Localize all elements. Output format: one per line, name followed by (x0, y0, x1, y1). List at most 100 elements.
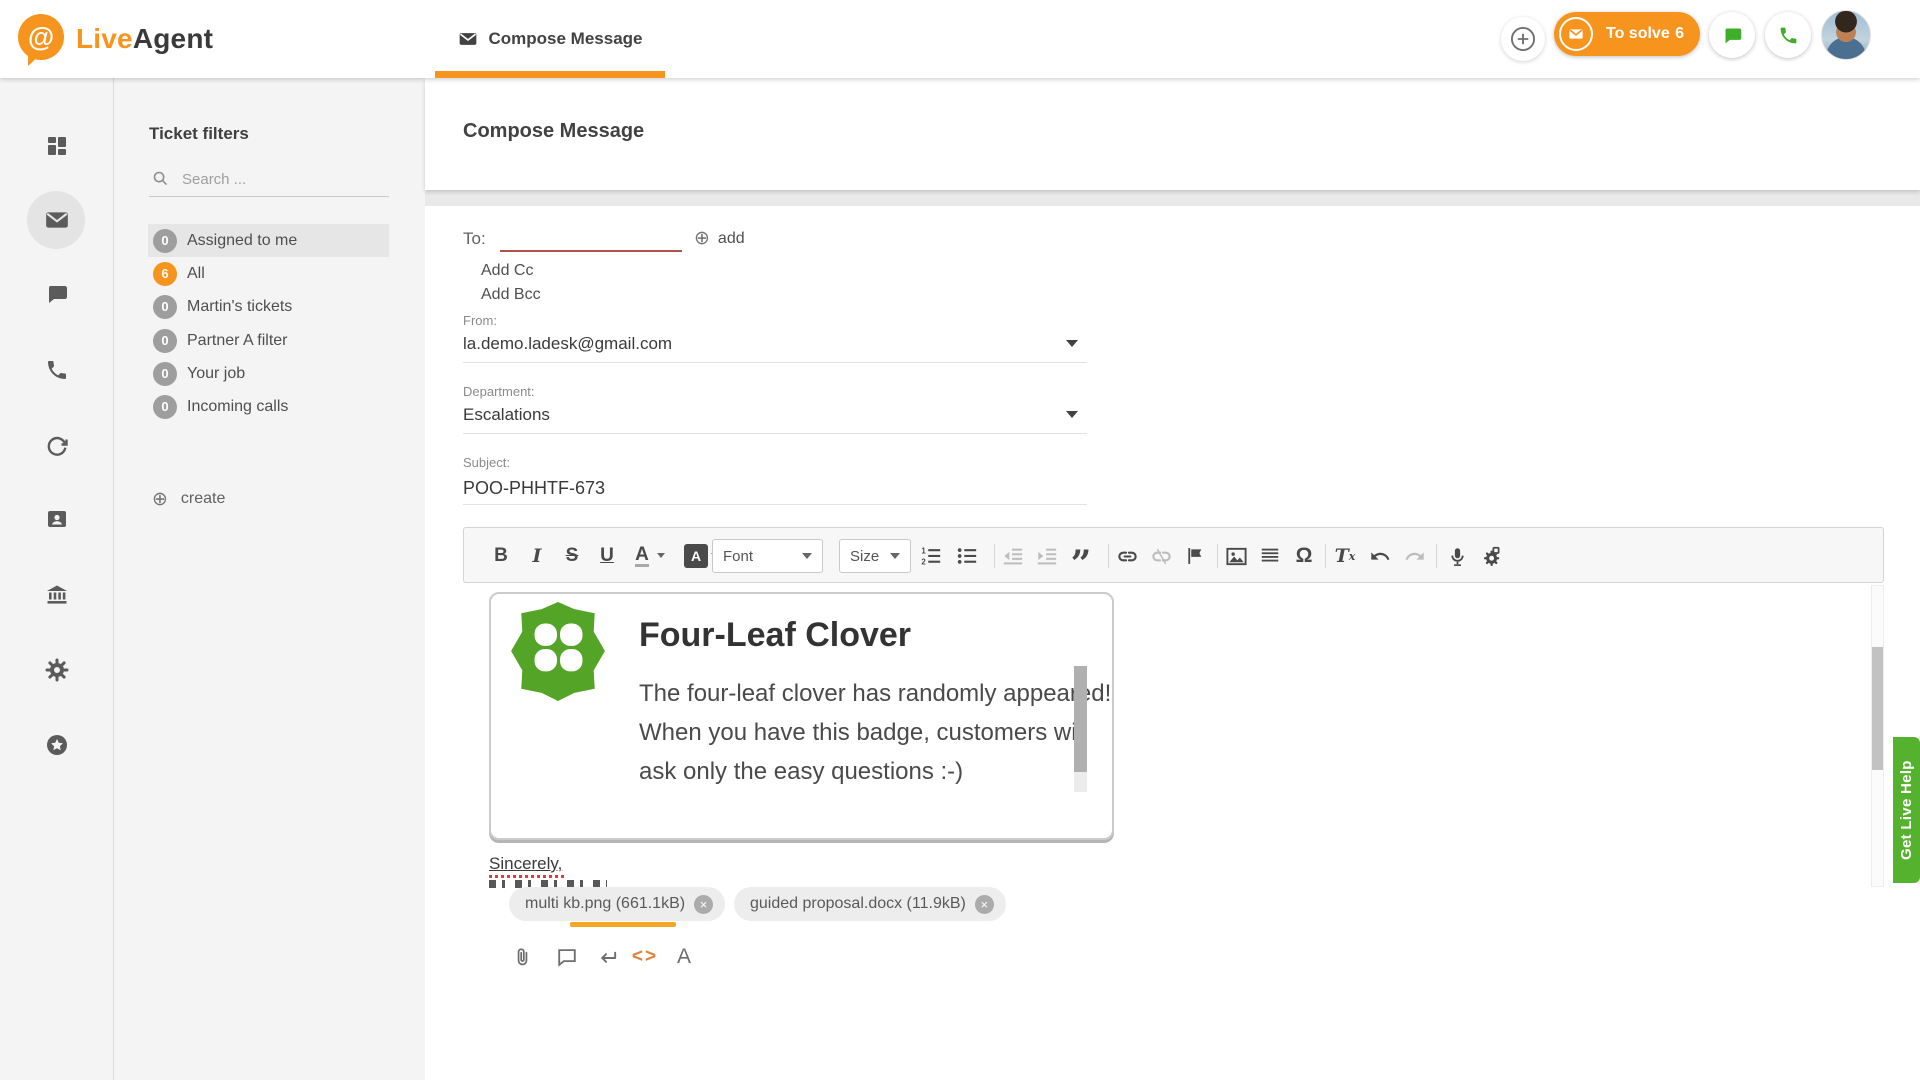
toolbar-separator (1436, 544, 1437, 568)
remove-format-button[interactable]: Tx (1330, 541, 1360, 571)
active-tab-indicator (435, 71, 665, 78)
phone-icon (1778, 25, 1799, 46)
italic-button[interactable]: I (522, 541, 552, 571)
source-code-toggle[interactable]: <> (629, 941, 661, 973)
liveagent-logo-icon: @ (18, 14, 64, 60)
to-solve-count: 6 (1675, 25, 1684, 43)
filter-assigned-to-me[interactable]: 0 Assigned to me (148, 224, 389, 257)
badge-text-line: ask only the easy questions :-) (639, 758, 963, 786)
add-recipient-button[interactable]: ⊕ add (694, 227, 745, 250)
special-char-button[interactable]: Ω (1289, 541, 1319, 571)
dashboard-icon[interactable] (44, 133, 70, 159)
underline-button[interactable]: U (592, 541, 622, 571)
insert-reply-button[interactable] (591, 941, 623, 973)
filter-all[interactable]: 6 All (148, 257, 389, 290)
panel-divider (113, 78, 114, 1080)
svg-text:2: 2 (921, 558, 926, 567)
tab-label: Compose Message (489, 29, 643, 49)
get-live-help-tab[interactable]: Get Live Help (1893, 737, 1920, 883)
four-leaf-clover-icon (507, 600, 609, 702)
attachment-chip[interactable]: multi kb.png (661.1kB) × (509, 887, 725, 921)
editor-scrollbar-thumb[interactable] (1872, 647, 1883, 770)
background-color-button[interactable]: A (681, 541, 711, 571)
flag-button[interactable] (1180, 541, 1210, 571)
tickets-mail-icon[interactable] (44, 207, 70, 233)
filter-partner-a[interactable]: 0 Partner A filter (148, 324, 389, 357)
user-avatar[interactable] (1821, 10, 1871, 60)
remove-attachment-icon[interactable]: × (975, 895, 994, 914)
search-input[interactable] (182, 166, 382, 192)
from-dropdown-caret[interactable] (1066, 340, 1078, 347)
badge-scrollbar-thumb[interactable] (1074, 666, 1087, 772)
settings-gear-icon[interactable] (44, 657, 70, 683)
upload-progress-bar (570, 922, 676, 927)
new-item-button[interactable] (1501, 17, 1545, 61)
horizontal-rule-button[interactable] (1255, 541, 1285, 571)
caret-down-icon (657, 553, 665, 558)
badge-card: Four-Leaf Clover The four-leaf clover ha… (489, 592, 1114, 840)
search-icon (152, 170, 169, 187)
dictation-mic-button[interactable] (1442, 541, 1472, 571)
contacts-icon[interactable] (44, 506, 70, 532)
ordered-list-button[interactable]: 12 (916, 541, 946, 571)
subject-underline (463, 504, 1087, 505)
chats-nav-icon[interactable] (44, 281, 70, 307)
tab-compose-message[interactable]: Compose Message (435, 0, 665, 78)
from-underline (463, 362, 1087, 363)
add-note-button[interactable] (551, 941, 583, 973)
size-select[interactable]: Size (839, 539, 911, 573)
toolbar-separator (1325, 544, 1326, 568)
calls-nav-icon[interactable] (44, 357, 70, 383)
filter-your-job[interactable]: 0 Your job (148, 357, 389, 390)
filter-incoming-calls[interactable]: 0 Incoming calls (148, 390, 389, 423)
font-select[interactable]: Font (712, 539, 823, 573)
companies-bank-icon[interactable] (44, 582, 70, 608)
add-bcc-link[interactable]: Add Bcc (481, 286, 541, 304)
add-cc-link[interactable]: Add Cc (481, 262, 533, 280)
gamification-star-icon[interactable] (44, 732, 70, 758)
filter-count-badge: 6 (153, 262, 177, 286)
insert-image-button[interactable] (1221, 541, 1251, 571)
filter-count-badge: 0 (153, 295, 177, 319)
bold-button[interactable]: B (486, 541, 516, 571)
macro-gear-button[interactable] (1477, 541, 1507, 571)
bullet-list-button[interactable] (952, 541, 982, 571)
svg-text:1: 1 (921, 546, 926, 555)
chats-button[interactable] (1709, 12, 1755, 58)
logo-tail (28, 54, 41, 66)
filter-martins-tickets[interactable]: 0 Martin's tickets (148, 290, 389, 323)
attachment-chip[interactable]: guided proposal.docx (11.9kB) × (734, 887, 1006, 921)
decrease-indent-button[interactable] (998, 541, 1028, 571)
spellcheck-underline (489, 875, 567, 878)
toolbar-separator (994, 544, 995, 568)
strikethrough-button[interactable]: S (557, 541, 587, 571)
text-color-button[interactable]: A (627, 541, 657, 571)
department-underline (463, 433, 1087, 434)
to-solve-button[interactable]: To solve 6 (1554, 12, 1700, 56)
unlink-button[interactable] (1146, 541, 1176, 571)
toolbar-separator (1108, 544, 1109, 568)
blockquote-button[interactable]: ” (1066, 541, 1096, 571)
department-value[interactable]: Escalations (463, 405, 550, 425)
from-value[interactable]: la.demo.ladesk@gmail.com (463, 334, 672, 354)
subject-label: Subject: (463, 455, 510, 470)
remove-attachment-icon[interactable]: × (694, 895, 713, 914)
editor-toolbar: B I S U A A Font Size 12 ” (463, 527, 1884, 583)
signature-text: Sincerely, (489, 854, 562, 874)
redo-button[interactable] (1400, 541, 1430, 571)
attach-file-button[interactable] (506, 941, 538, 973)
create-filter-button[interactable]: ⊕ create (152, 482, 225, 516)
increase-indent-button[interactable] (1032, 541, 1062, 571)
message-body-editor[interactable]: Four-Leaf Clover The four-leaf clover ha… (463, 583, 1884, 888)
to-label: To: (463, 229, 486, 249)
text-format-button[interactable]: A (668, 941, 700, 973)
toolbar-separator (1217, 544, 1218, 568)
calls-button[interactable] (1765, 12, 1811, 58)
automation-loop-icon[interactable] (44, 433, 70, 459)
filter-count-badge: 0 (153, 229, 177, 253)
to-recipient-input[interactable] (500, 228, 682, 252)
department-dropdown-caret[interactable] (1066, 411, 1078, 418)
undo-button[interactable] (1365, 541, 1395, 571)
subject-value[interactable]: POO-PHHTF-673 (463, 478, 605, 499)
insert-link-button[interactable] (1112, 541, 1142, 571)
